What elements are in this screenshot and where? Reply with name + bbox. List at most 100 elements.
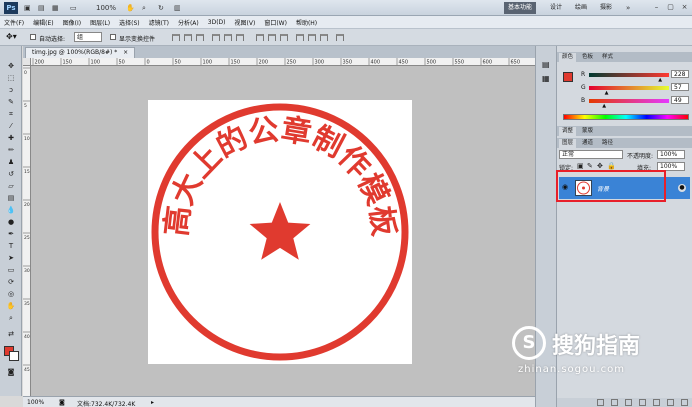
blend-mode-dropdown[interactable]: 正常 [559, 150, 623, 159]
document-tab[interactable]: timg.jpg @ 100%(RGB/8#) * × [25, 47, 136, 58]
restore-icon[interactable]: ▢ [666, 3, 675, 12]
zoom-level[interactable]: 100% [96, 3, 116, 13]
align-top-icon[interactable] [172, 34, 180, 41]
healing-tool-icon[interactable]: ✚ [5, 134, 17, 142]
blur-tool-icon[interactable]: 💧 [5, 206, 17, 214]
ruler-origin[interactable] [23, 58, 31, 66]
crop-tool-icon[interactable]: ⌗ [5, 110, 17, 118]
3d-rotate-tool-icon[interactable]: ⟳ [5, 278, 17, 286]
screen-mode-icon[interactable]: ▭ [70, 3, 77, 13]
color-panel-foreground-swatch[interactable] [563, 72, 573, 82]
type-tool-icon[interactable]: T [5, 242, 17, 250]
tab-channels[interactable]: 通道 [579, 139, 596, 148]
align-right-icon[interactable] [236, 34, 244, 41]
zoom-icon[interactable]: ⌕ [142, 3, 146, 13]
background-color-swatch[interactable] [9, 351, 19, 361]
status-menu-icon[interactable]: ▸ [151, 399, 154, 406]
layer-style-icon[interactable] [611, 399, 618, 406]
status-zoom[interactable]: 100% [27, 399, 44, 406]
canvas-area[interactable]: 高大上的公章制作模板 [31, 66, 535, 396]
history-panel-icon[interactable]: ▤ [542, 60, 550, 69]
workspace-essentials-button[interactable]: 基本功能 [504, 2, 537, 14]
menu-layer[interactable]: 图层(L) [90, 18, 110, 27]
auto-align-icon[interactable] [336, 34, 344, 41]
workspace-design-button[interactable]: 设计 [546, 2, 566, 14]
menu-window[interactable]: 窗口(W) [264, 18, 287, 27]
move-tool-icon[interactable]: ✥ [5, 62, 17, 70]
green-slider-thumb[interactable]: ▲ [605, 90, 609, 96]
arrange-icon[interactable]: ▥ [174, 3, 181, 13]
workspace-painting-button[interactable]: 绘画 [571, 2, 591, 14]
eraser-tool-icon[interactable]: ▱ [5, 182, 17, 190]
lock-transparent-icon[interactable]: ▣ [577, 162, 584, 170]
eyedropper-tool-icon[interactable]: ⁄ [5, 122, 17, 130]
quick-select-tool-icon[interactable]: ✎ [5, 98, 17, 106]
menu-view[interactable]: 视图(V) [235, 18, 256, 27]
tab-swatches[interactable]: 色板 [579, 53, 596, 62]
menu-edit[interactable]: 编辑(E) [33, 18, 53, 27]
pen-tool-icon[interactable]: ✒ [5, 230, 17, 238]
blue-slider-thumb[interactable]: ▲ [602, 103, 606, 109]
show-transform-checkbox[interactable] [110, 34, 116, 40]
distribute-top-icon[interactable] [256, 34, 264, 41]
red-channel-value[interactable]: 228 [671, 70, 689, 78]
align-left-icon[interactable] [212, 34, 220, 41]
auto-select-dropdown[interactable]: 组 [74, 32, 102, 42]
menu-select[interactable]: 选择(S) [119, 18, 140, 27]
add-mask-icon[interactable] [625, 399, 632, 406]
path-select-tool-icon[interactable]: ➤ [5, 254, 17, 262]
lasso-tool-icon[interactable]: ↄ [5, 86, 17, 94]
adjustment-layer-icon[interactable] [639, 399, 646, 406]
distribute-right-icon[interactable] [320, 34, 328, 41]
menu-filter[interactable]: 滤镜(T) [149, 18, 169, 27]
properties-panel-icon[interactable]: ▦ [542, 74, 550, 83]
horizontal-ruler[interactable]: 200 150 100 50 0 50 100 150 200 250 300 350 400 450 50… [31, 58, 535, 66]
close-icon[interactable]: × [680, 3, 689, 12]
swap-colors-icon[interactable]: ⇄ [5, 330, 17, 338]
workspace-photography-button[interactable]: 摄影 [596, 2, 616, 14]
gradient-tool-icon[interactable]: ▤ [5, 194, 17, 202]
distribute-bottom-icon[interactable] [280, 34, 288, 41]
marquee-tool-icon[interactable]: ⬚ [5, 74, 17, 82]
tab-adjustments[interactable]: 调整 [559, 127, 577, 136]
menu-help[interactable]: 帮助(H) [296, 18, 317, 27]
minibridge-icon[interactable]: ▤ [38, 3, 45, 13]
quick-mask-icon[interactable]: ◙ [5, 368, 17, 376]
tab-styles[interactable]: 样式 [599, 53, 616, 62]
distribute-left-icon[interactable] [296, 34, 304, 41]
align-vcenter-icon[interactable] [184, 34, 192, 41]
history-brush-tool-icon[interactable]: ↺ [5, 170, 17, 178]
close-tab-icon[interactable]: × [123, 49, 128, 56]
distribute-hcenter-icon[interactable] [308, 34, 316, 41]
3d-orbit-tool-icon[interactable]: ◎ [5, 290, 17, 298]
zoom-tool-icon[interactable]: ⌕ [5, 314, 17, 322]
minimize-icon[interactable]: – [652, 3, 661, 12]
dodge-tool-icon[interactable]: ● [5, 218, 17, 226]
hand-icon[interactable]: ✋ [126, 3, 135, 13]
rotate-icon[interactable]: ↻ [158, 3, 164, 13]
extras-icon[interactable]: ▦ [52, 3, 59, 13]
document-canvas[interactable]: 高大上的公章制作模板 [148, 100, 412, 364]
distribute-vcenter-icon[interactable] [268, 34, 276, 41]
shape-tool-icon[interactable]: ▭ [5, 266, 17, 274]
clone-stamp-tool-icon[interactable]: ♟ [5, 158, 17, 166]
menu-file[interactable]: 文件(F) [4, 18, 24, 27]
delete-layer-icon[interactable] [681, 399, 688, 406]
menu-analysis[interactable]: 分析(A) [178, 18, 199, 27]
new-group-icon[interactable] [653, 399, 660, 406]
green-channel-value[interactable]: 57 [671, 83, 689, 91]
tab-layers[interactable]: 图层 [559, 139, 577, 148]
more-workspaces-icon[interactable]: » [626, 3, 630, 13]
link-layers-icon[interactable] [597, 399, 604, 406]
vertical-ruler[interactable]: 0 5 10 15 20 25 30 35 40 45 [23, 66, 31, 396]
blue-channel-value[interactable]: 49 [671, 96, 689, 104]
align-hcenter-icon[interactable] [224, 34, 232, 41]
lock-all-icon[interactable]: 🔒 [607, 162, 616, 170]
tab-masks[interactable]: 蒙版 [579, 127, 596, 136]
menu-3d[interactable]: 3D(D) [208, 19, 226, 26]
auto-select-checkbox[interactable] [30, 34, 36, 40]
menu-image[interactable]: 图像(I) [63, 18, 81, 27]
status-nav-icon[interactable]: ◙ [59, 399, 65, 406]
move-tool-preset-icon[interactable]: ✥▾ [6, 32, 17, 41]
lock-image-icon[interactable]: ✎ [587, 162, 593, 170]
